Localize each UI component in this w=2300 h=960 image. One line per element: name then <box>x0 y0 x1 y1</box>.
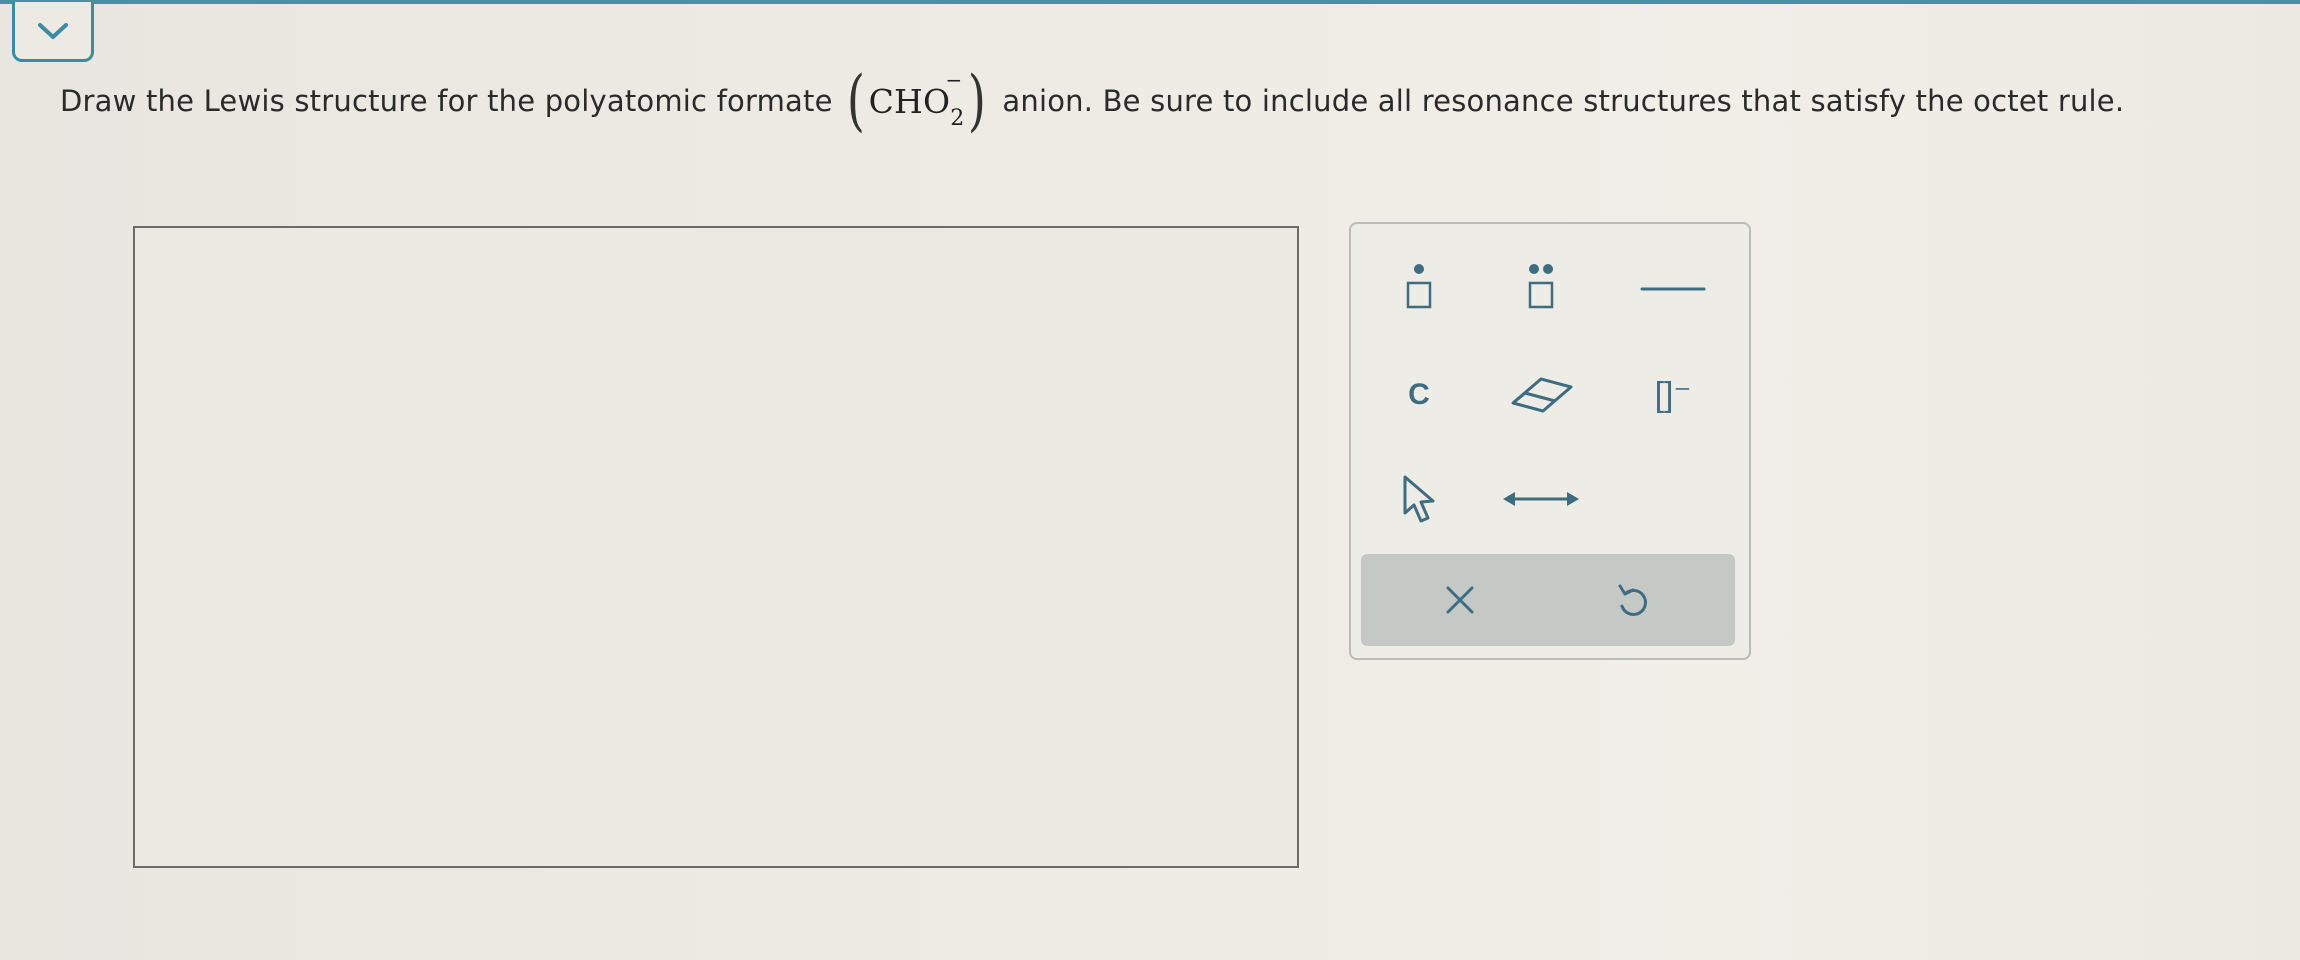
eraser-icon <box>1511 377 1573 413</box>
top-strip <box>0 0 2300 4</box>
single-bond-icon <box>1640 287 1706 291</box>
close-icon <box>1446 586 1474 614</box>
double-dot-box-icon <box>1528 264 1554 309</box>
lone-pair-tool[interactable] <box>1501 254 1581 324</box>
clear-button[interactable] <box>1420 564 1500 636</box>
question-prefix: Draw the Lewis structure for the polyato… <box>60 84 833 118</box>
question-suffix: anion. Be sure to include all resonance … <box>1002 84 2125 118</box>
drawing-canvas[interactable] <box>133 226 1299 868</box>
formula: ( CHO2 − ) <box>843 68 991 134</box>
bracket-charge-label: []⁻ <box>1654 376 1692 414</box>
formula-main: CHO <box>868 81 951 121</box>
chevron-down-icon <box>38 22 68 39</box>
collapse-button[interactable] <box>12 2 94 62</box>
undo-button[interactable] <box>1592 564 1672 636</box>
carbon-atom-tool[interactable]: C <box>1379 360 1459 430</box>
double-arrow-icon <box>1503 492 1579 506</box>
single-electron-tool[interactable] <box>1379 254 1459 324</box>
resonance-arrow-tool[interactable] <box>1501 464 1581 534</box>
eraser-tool[interactable] <box>1501 360 1581 430</box>
pointer-icon <box>1403 475 1435 523</box>
bond-tool[interactable] <box>1633 254 1713 324</box>
undo-icon <box>1618 584 1647 616</box>
question-text: Draw the Lewis structure for the polyato… <box>60 68 2124 134</box>
tool-palette: C []⁻ <box>1349 222 1751 660</box>
bracket-charge-tool[interactable]: []⁻ <box>1633 360 1713 430</box>
select-tool[interactable] <box>1379 464 1459 534</box>
carbon-atom-label: C <box>1408 378 1430 411</box>
formula-close-paren: ) <box>968 62 987 139</box>
action-bar <box>1361 554 1735 646</box>
formula-subscript: 2 <box>950 105 965 131</box>
page: Draw the Lewis structure for the polyato… <box>0 0 2300 960</box>
dot-box-icon <box>1406 264 1432 309</box>
formula-open-paren: ( <box>846 62 865 139</box>
formula-chem: CHO2 − <box>868 68 965 131</box>
formula-charge: − <box>945 67 963 92</box>
